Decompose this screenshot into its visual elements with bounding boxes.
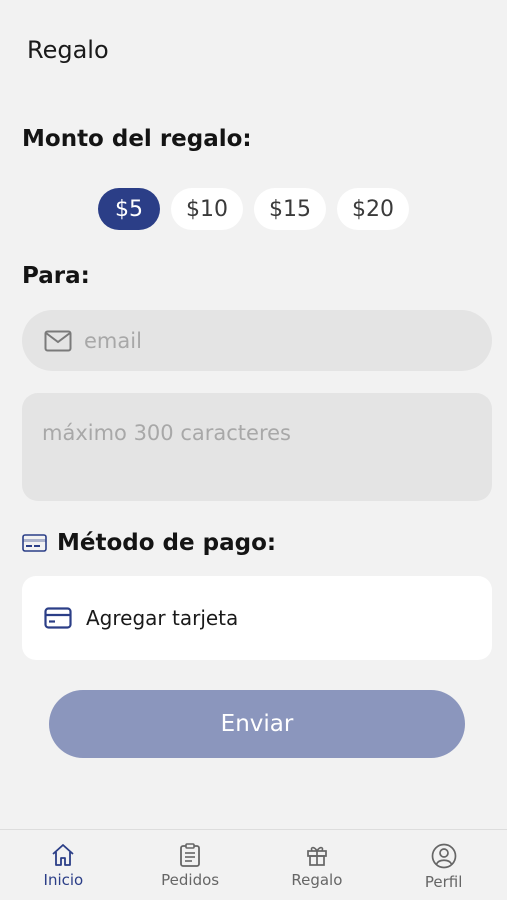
nav-label-pedidos: Pedidos	[161, 871, 220, 889]
amount-option-5[interactable]: $5	[98, 188, 160, 230]
message-placeholder: máximo 300 caracteres	[42, 421, 291, 445]
nav-item-regalo[interactable]: Regalo	[254, 830, 381, 900]
recipient-label: Para:	[22, 263, 90, 289]
message-field[interactable]: máximo 300 caracteres	[22, 393, 492, 501]
nav-label-inicio: Inicio	[43, 871, 84, 889]
payment-card-icon	[22, 534, 47, 552]
user-icon	[431, 843, 456, 869]
bottom-navigation: Inicio Pedidos Regalo Perfil	[0, 829, 507, 900]
nav-item-inicio[interactable]: Inicio	[0, 830, 127, 900]
add-card-button[interactable]: Agregar tarjeta	[22, 576, 492, 660]
amount-label: Monto del regalo:	[22, 126, 252, 152]
clipboard-icon	[180, 843, 201, 867]
credit-card-icon	[44, 607, 72, 629]
nav-label-perfil: Perfil	[424, 873, 463, 891]
email-field[interactable]: email	[22, 310, 492, 371]
nav-item-pedidos[interactable]: Pedidos	[127, 830, 254, 900]
amount-option-15[interactable]: $15	[254, 188, 326, 230]
email-placeholder: email	[84, 328, 142, 353]
home-icon	[52, 844, 74, 866]
amount-option-20[interactable]: $20	[337, 188, 409, 230]
amount-option-10[interactable]: $10	[171, 188, 243, 230]
mail-icon	[44, 330, 72, 351]
send-button[interactable]: Enviar	[49, 690, 465, 758]
nav-label-regalo: Regalo	[291, 871, 343, 889]
gift-icon	[307, 846, 327, 866]
nav-item-perfil[interactable]: Perfil	[380, 830, 507, 900]
add-card-label: Agregar tarjeta	[86, 606, 239, 630]
page-title: Regalo	[27, 36, 109, 64]
payment-method-label: Método de pago:	[57, 530, 277, 556]
amount-options: $5 $10 $15 $20	[0, 188, 507, 230]
payment-method-header: Método de pago:	[22, 530, 276, 556]
